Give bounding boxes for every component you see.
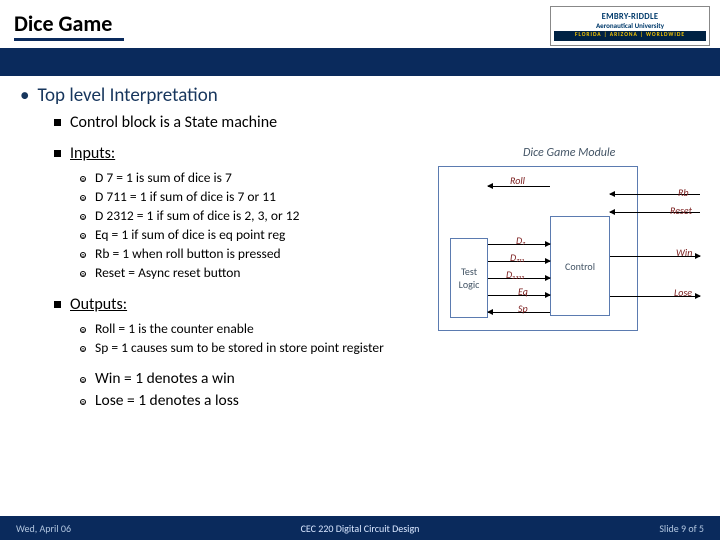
signal-win: Win: [676, 246, 692, 259]
sub-item-text: Control block is a State machine: [70, 113, 277, 132]
test-logic-label: Test Logic: [451, 265, 487, 291]
control-label: Control: [565, 260, 595, 273]
input-text: Reset = Async reset button: [95, 264, 240, 281]
signal-sp: Sp: [518, 302, 528, 315]
inputs-label: Inputs:: [70, 144, 115, 163]
circle-bullet-icon: o: [80, 214, 86, 220]
block-diagram: Dice Game Module Test Logic Control Roll…: [428, 146, 708, 346]
signal-roll: Roll: [510, 174, 525, 187]
circle-bullet-icon: o: [80, 176, 86, 182]
signal-reset: Reset: [670, 204, 692, 217]
footer-bar: Wed, April 06 CEC 220 Digital Circuit De…: [0, 516, 720, 540]
input-text: D 711 = 1 if sum of dice is 7 or 11: [95, 188, 276, 205]
test-logic-box: Test Logic: [450, 238, 488, 318]
signal-lose: Lose: [674, 286, 692, 299]
footer-slide-number: Slide 9 of 5: [659, 522, 704, 535]
output-text: Win = 1 denotes a win: [95, 369, 235, 388]
slide: Dice Game EMBRY-RIDDLE Aeronautical Univ…: [0, 0, 720, 540]
main-bullet: • Top level Interpretation: [20, 84, 708, 107]
content-area: • Top level Interpretation Control block …: [20, 84, 708, 510]
input-text: D 7 = 1 is sum of dice is 7: [95, 169, 232, 186]
main-bullet-text: Top level Interpretation: [37, 84, 217, 107]
signal-eq: Eq: [518, 285, 528, 298]
circle-bullet-icon: o: [80, 377, 86, 383]
circle-bullet-icon: o: [80, 399, 86, 405]
circle-bullet-icon: o: [80, 346, 86, 352]
output-item-big: o Win = 1 denotes a win: [80, 369, 708, 388]
signal-d7: D₇: [516, 234, 525, 247]
output-text: Roll = 1 is the counter enable: [95, 320, 254, 337]
circle-bullet-icon: o: [80, 271, 86, 277]
footer-date: Wed, April 06: [16, 522, 71, 535]
output-text: Lose = 1 denotes a loss: [95, 391, 239, 410]
diagram-caption: Dice Game Module: [523, 146, 615, 160]
input-text: Rb = 1 when roll button is pressed: [95, 245, 281, 262]
output-text: Sp = 1 causes sum to be stored in store …: [95, 339, 384, 356]
square-bullet-icon: [54, 119, 61, 126]
outputs-label: Outputs:: [70, 295, 127, 314]
logo-locations: FLORIDA | ARIZONA | WORLDWIDE: [554, 31, 706, 41]
title-underline: [14, 38, 124, 41]
output-item-big: o Lose = 1 denotes a loss: [80, 391, 708, 410]
logo-subtitle: Aeronautical University: [554, 22, 706, 29]
square-bullet-icon: [54, 301, 61, 308]
title-bar: Dice Game EMBRY-RIDDLE Aeronautical Univ…: [0, 0, 720, 56]
signal-d2312: D₂₃₁₂: [506, 268, 525, 281]
circle-bullet-icon: o: [80, 252, 86, 258]
square-bullet-icon: [54, 150, 61, 157]
input-text: D 2312 = 1 if sum of dice is 2, 3, or 12: [95, 207, 299, 224]
university-logo: EMBRY-RIDDLE Aeronautical University FLO…: [550, 6, 710, 46]
signal-d711: D₇₁₁: [510, 251, 524, 264]
circle-bullet-icon: o: [80, 327, 86, 333]
sub-item-control-block: Control block is a State machine: [54, 113, 708, 132]
footer-course: CEC 220 Digital Circuit Design: [0, 522, 720, 535]
control-box: Control: [550, 216, 610, 316]
circle-bullet-icon: o: [80, 195, 86, 201]
bullet-dot-icon: •: [20, 84, 29, 107]
circle-bullet-icon: o: [80, 233, 86, 239]
input-text: Eq = 1 if sum of dice is eq point reg: [95, 226, 285, 243]
signal-rb: Rb: [678, 186, 689, 199]
header-blue-bar: [0, 48, 720, 76]
